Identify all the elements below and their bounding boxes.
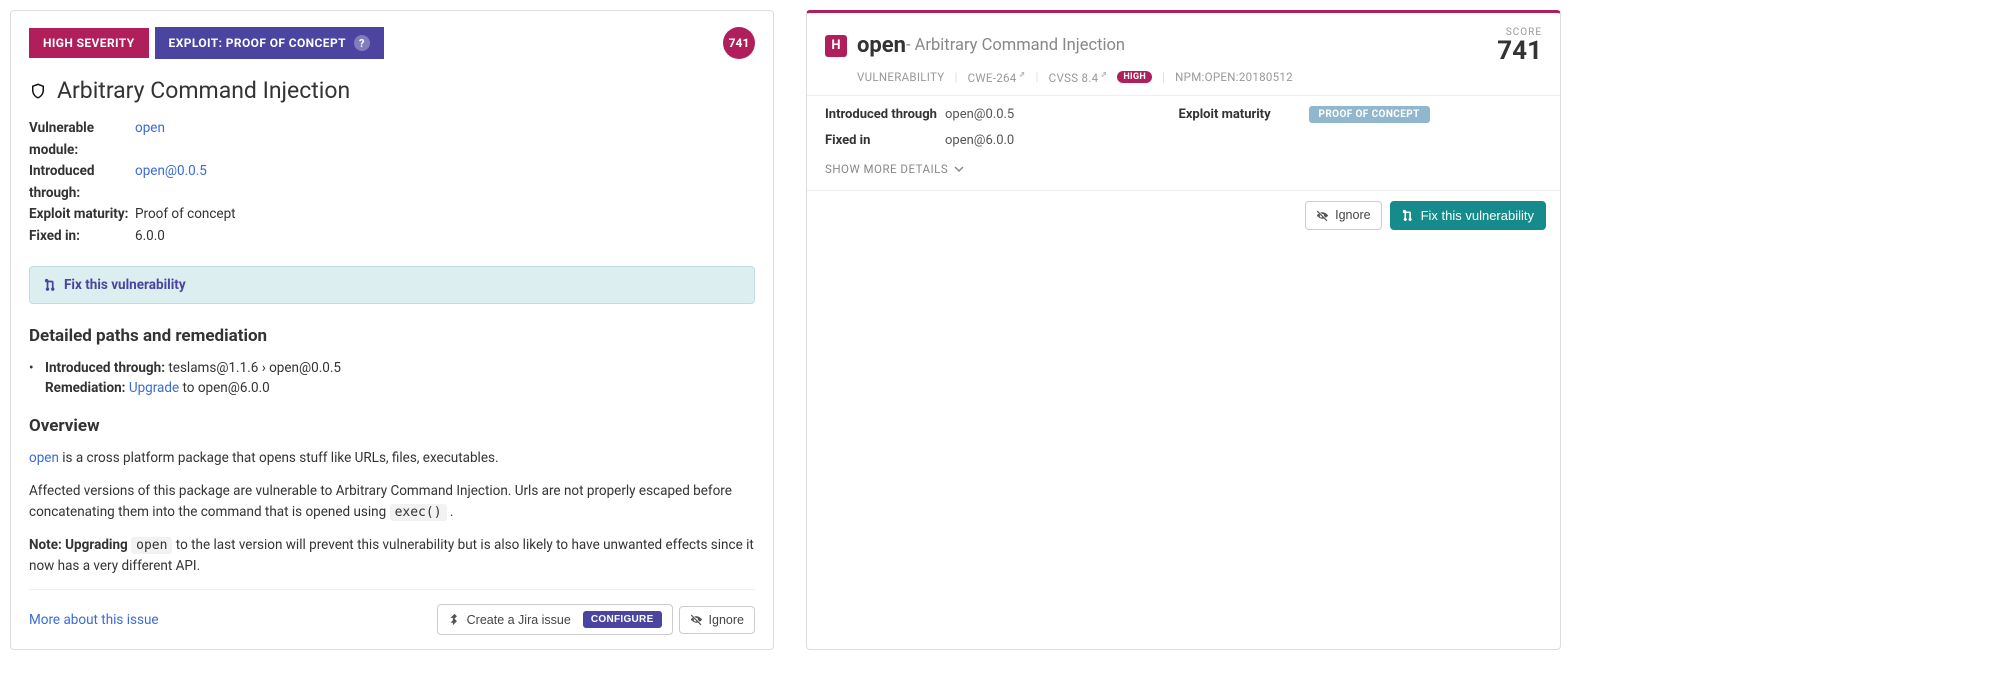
rp-intro-label: Introduced through [825,107,945,122]
footer-row: More about this issue Create a Jira issu… [29,589,755,635]
path-item: Introduced through: teslams@1.1.6 › open… [35,358,755,399]
exec-code: exec() [390,504,447,521]
severity-box: H [825,35,847,57]
rp-package-name: open [857,33,906,58]
rp-fixed-label: Fixed in [825,133,945,148]
rp-details: Introduced through open@0.0.5 Exploit ma… [807,95,1560,162]
overview-body: open is a cross platform package that op… [29,448,755,577]
eye-off-icon [1316,209,1329,222]
shield-icon [29,82,47,100]
vulnerability-tag: VULNERABILITY [857,70,945,84]
cvss-high-pill: HIGH [1117,71,1152,83]
note-label: Note: Upgrading [29,537,131,553]
proof-of-concept-pill: PROOF OF CONCEPT [1309,106,1430,123]
path-rem-label: Remediation: [45,380,125,396]
chevron-down-icon [954,164,964,174]
overview-affected: Affected versions of this package are vu… [29,483,732,520]
overview-affected-end: . [447,504,454,520]
show-more-text: Show more details [825,162,948,176]
exploit-badge-text: EXPLOIT: PROOF OF CONCEPT [169,36,346,50]
meta-fixed-label: Fixed in: [29,226,135,248]
fix-button-text: Fix this vulnerability [1421,208,1534,223]
rp-fixed-value: open@6.0.0 [945,133,1179,148]
rp-meta-line: VULNERABILITY| CWE-264⇗| CVSS 8.4⇗ HIGH|… [857,70,1542,85]
rp-footer: Ignore Fix this vulnerability [807,190,1560,240]
rp-header: H open - Arbitrary Command Injection SCO… [807,13,1560,95]
meta-introduced-label: Introduced through: [29,161,135,204]
rp-ignore-text: Ignore [1335,208,1370,222]
cvss-link[interactable]: CVSS 8.4⇗ [1049,70,1108,85]
meta-fixed-value: 6.0.0 [135,226,165,248]
path-intro-label: Introduced through: [45,360,165,376]
rp-subtitle: - Arbitrary Command Injection [906,36,1125,55]
score-circle: 741 [723,27,755,59]
exploit-badge: EXPLOIT: PROOF OF CONCEPT ? [155,27,384,59]
show-more-toggle[interactable]: Show more details [807,162,1560,190]
npm-id: NPM:OPEN:20180512 [1175,70,1293,84]
overview-heading: Overview [29,416,755,436]
create-jira-button[interactable]: Create a Jira issue CONFIGURE [437,604,673,635]
vulnerability-detail-panel: HIGH SEVERITY EXPLOIT: PROOF OF CONCEPT … [10,10,774,650]
meta-module-label: Vulnerable module: [29,118,135,161]
fix-banner-text: Fix this vulnerability [64,277,186,293]
help-icon[interactable]: ? [354,35,370,51]
paths-heading: Detailed paths and remediation [29,326,755,346]
title-row: Arbitrary Command Injection [29,77,755,104]
introduced-through-link[interactable]: open@0.0.5 [135,161,207,204]
overview-desc: is a cross platform package that opens s… [59,450,499,466]
jira-icon [448,613,461,626]
note-pkg-code: open [131,537,172,554]
rp-title-row: H open - Arbitrary Command Injection SCO… [825,27,1542,64]
jira-button-text: Create a Jira issue [467,613,571,627]
path-rem-target: to open@6.0.0 [179,380,270,396]
more-about-link[interactable]: More about this issue [29,612,159,628]
eye-off-icon [690,613,703,626]
rp-intro-value: open@0.0.5 [945,107,1179,122]
overview-pkg-link[interactable]: open [29,450,59,466]
ignore-button[interactable]: Ignore [679,606,755,634]
fix-banner[interactable]: Fix this vulnerability [29,266,755,304]
vulnerable-module-link[interactable]: open [135,118,165,161]
vulnerability-title: Arbitrary Command Injection [57,77,350,104]
pull-request-icon [1402,209,1415,222]
badge-row: HIGH SEVERITY EXPLOIT: PROOF OF CONCEPT … [29,27,755,59]
rp-score-box: SCORE 741 [1497,27,1542,64]
footer-actions: Create a Jira issue CONFIGURE Ignore [437,604,755,635]
meta-maturity-label: Exploit maturity: [29,204,135,226]
rp-maturity-label: Exploit maturity [1179,107,1309,122]
rp-ignore-button[interactable]: Ignore [1305,201,1381,230]
cwe-link[interactable]: CWE-264⇗ [968,70,1026,85]
meta-maturity-value: Proof of concept [135,204,236,226]
vulnerability-summary-panel: H open - Arbitrary Command Injection SCO… [806,10,1561,650]
meta-table: Vulnerable module:open Introduced throug… [29,118,755,248]
ignore-button-text: Ignore [709,613,744,627]
path-intro-value: teslams@1.1.6 › open@0.0.5 [168,360,341,376]
pull-request-icon [44,278,58,292]
configure-badge[interactable]: CONFIGURE [583,611,662,628]
rp-score-value: 741 [1497,38,1542,64]
severity-badge: HIGH SEVERITY [29,28,149,58]
upgrade-link[interactable]: Upgrade [129,380,179,396]
fix-vulnerability-button[interactable]: Fix this vulnerability [1390,201,1546,230]
